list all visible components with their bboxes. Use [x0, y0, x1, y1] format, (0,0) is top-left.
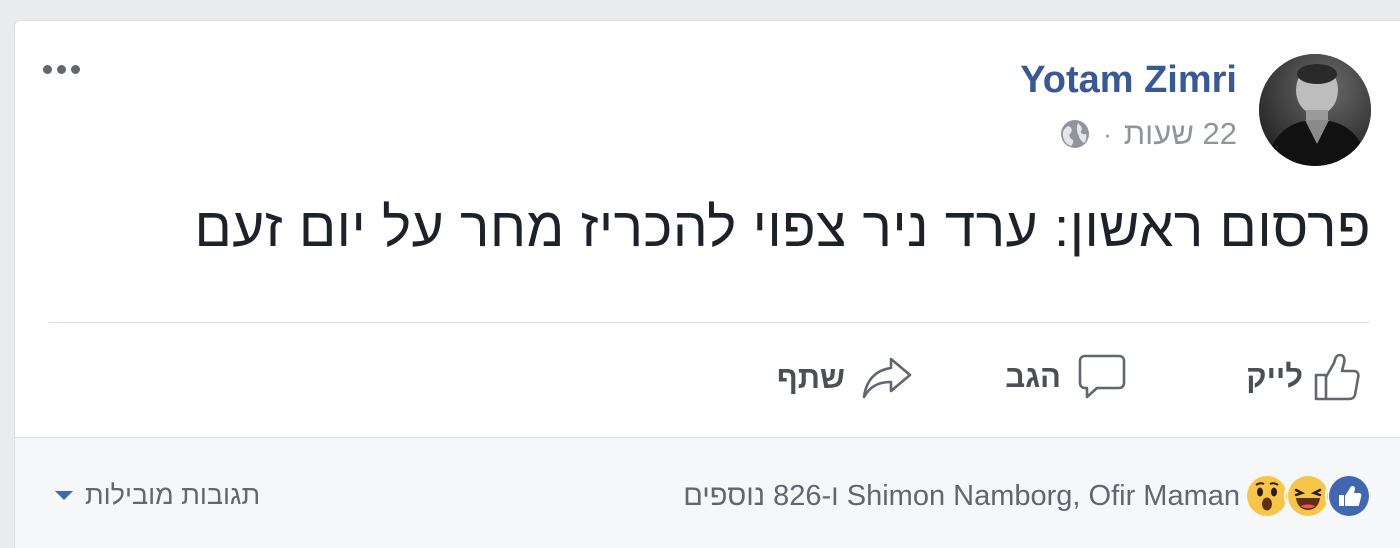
reaction-names[interactable]: Shimon Namborg, Ofir Maman ו-826 נוספים [683, 480, 1240, 513]
comment-label: הגב [1005, 359, 1061, 394]
author-avatar[interactable] [1259, 54, 1371, 166]
share-button[interactable]: שתף [777, 355, 913, 401]
post-card: Yotam Zimri 22 שעות · פרסום ראשון: ערד נ… [14, 20, 1400, 548]
like-label: לייק [1246, 359, 1303, 394]
post-actions: לייק הגב שתף [15, 351, 1400, 411]
most-relevant-label: תגובות מובילות [85, 480, 261, 510]
like-reaction-icon [1325, 472, 1373, 520]
reactions-summary[interactable]: Shimon Namborg, Ofir Maman ו-826 נוספים [683, 472, 1373, 520]
author-name[interactable]: Yotam Zimri [1020, 59, 1237, 102]
comment-bubble-icon [1077, 353, 1127, 401]
reactions-footer: Shimon Namborg, Ofir Maman ו-826 נוספים … [15, 437, 1400, 548]
post-meta: 22 שעות · [1059, 116, 1237, 152]
caret-down-icon [55, 491, 73, 500]
post-text: פרסום ראשון: ערד ניר צפוי להכריז מחר על … [194, 196, 1371, 258]
comment-button[interactable]: הגב [1005, 353, 1127, 401]
thumbs-up-icon [1313, 351, 1361, 403]
globe-icon[interactable] [1059, 118, 1091, 150]
meta-separator: · [1103, 118, 1112, 149]
divider [49, 322, 1369, 323]
share-arrow-icon [861, 355, 913, 401]
most-relevant-dropdown[interactable]: תגובות מובילות [55, 480, 260, 511]
more-options-icon[interactable] [43, 65, 80, 74]
post-timestamp[interactable]: 22 שעות [1124, 116, 1237, 152]
like-button[interactable]: לייק [1246, 351, 1361, 403]
share-label: שתף [776, 360, 845, 395]
